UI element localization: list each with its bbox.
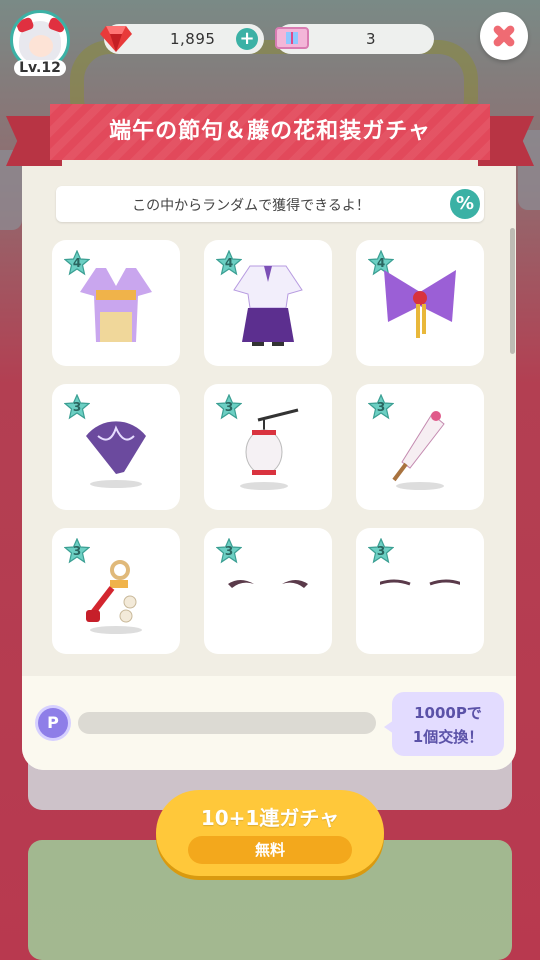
player-level: Lv.12 — [14, 60, 66, 76]
lantern-icon — [240, 408, 299, 490]
gacha-lineup-dialog: この中からランダムで獲得できるよ！ % 4 4 4 3 3 3 3 3 3 P … — [22, 146, 516, 770]
thin-eyebrows-icon — [380, 579, 460, 586]
ribbon-bow-icon — [384, 270, 456, 338]
item-card-folding-fan[interactable]: 3 — [52, 384, 180, 510]
item-card-ribbon-bow[interactable]: 4 — [356, 240, 484, 366]
points-progress-bar — [78, 712, 376, 734]
close-button[interactable] — [480, 12, 528, 60]
item-card-tassel-ornament[interactable]: 3 — [52, 528, 180, 654]
gacha-title: 端午の節句＆藤の花和装ガチャ — [109, 119, 431, 144]
item-card-lantern[interactable]: 3 — [204, 384, 332, 510]
eyebrows-icon — [228, 580, 308, 588]
item-card-parasol-stick[interactable]: 3 — [356, 384, 484, 510]
points-icon: P — [38, 708, 68, 738]
random-notice: この中からランダムで獲得できるよ！ % — [56, 186, 484, 222]
drop-rate-button[interactable]: % — [450, 189, 480, 219]
title-banner: 端午の節句＆藤の花和装ガチャ — [6, 104, 534, 166]
folding-fan-icon — [86, 421, 146, 488]
gem-count: 1,895 — [170, 30, 216, 48]
gem-counter: 1,895 + — [100, 24, 264, 54]
ruby-gem-icon — [100, 26, 132, 52]
exchange-button[interactable]: 1000Pで 1個交換！ — [384, 692, 504, 756]
lineup-panel: この中からランダムで獲得できるよ！ % 4 4 4 3 3 3 3 3 3 — [22, 146, 516, 676]
notice-text: この中からランダムで獲得できるよ！ — [132, 198, 370, 214]
gacha-ticket-icon — [275, 27, 309, 49]
exchange-text-line1: 1000Pで — [414, 704, 482, 722]
parasol-stick-icon — [392, 411, 445, 490]
item-card-eyebrows[interactable]: 3 — [204, 528, 332, 654]
gacha-price-badge: 無料 — [188, 836, 352, 864]
kimono-icon — [80, 268, 152, 342]
scrollbar[interactable] — [510, 228, 515, 354]
ticket-count: 3 — [366, 30, 377, 48]
points-exchange-bar: P 1000Pで 1個交換！ — [22, 676, 516, 770]
exchange-text-line2: 1個交換！ — [412, 728, 484, 746]
gacha-pull-label: 10+1連ガチャ — [200, 806, 340, 830]
item-card-hakama[interactable]: 4 — [204, 240, 332, 366]
gacha-pull-button[interactable]: 10+1連ガチャ 無料 — [156, 790, 384, 876]
item-card-thin-eyebrows[interactable]: 3 — [356, 528, 484, 654]
item-card-kimono[interactable]: 4 — [52, 240, 180, 366]
ticket-counter: 3 — [275, 24, 434, 54]
add-gems-button[interactable]: + — [236, 28, 258, 50]
tassel-ornament-icon — [86, 560, 142, 634]
hakama-icon — [233, 265, 303, 346]
